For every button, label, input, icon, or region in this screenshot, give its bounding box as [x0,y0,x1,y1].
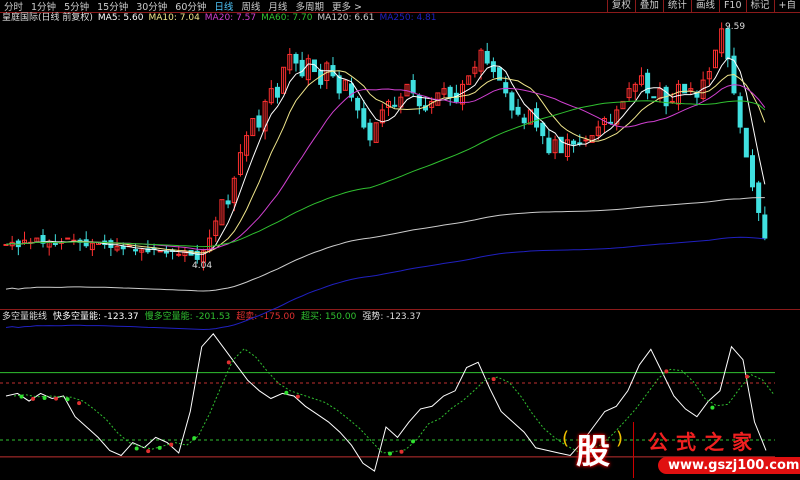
candle-body [645,72,651,94]
logo: ( ) 股 公式之家 www.gszj100.com [558,420,800,480]
candle-body [546,137,552,154]
candle-body [509,92,515,111]
candle-body [743,127,749,158]
signal-marker [169,442,174,447]
ma60-line [5,100,766,248]
signal-marker [54,396,59,401]
candle-body [515,106,521,115]
candle-body [749,155,755,188]
candle-body [355,97,361,111]
signal-marker [65,397,70,402]
candle-body [65,237,71,240]
signal-marker [146,449,151,454]
signal-marker [399,449,404,454]
signal-marker [31,396,36,401]
signal-marker [19,394,24,399]
signal-marker [388,451,392,456]
signal-marker [192,436,197,441]
candle-body [583,139,589,142]
candle-body [410,80,416,94]
low-price-label: 4.04 [192,261,212,271]
candle-body [133,249,139,252]
divider [633,422,634,478]
logo-text: 公式之家 [648,430,760,454]
signal-marker [295,394,300,399]
candle-body [571,140,577,145]
candle-body [256,115,262,128]
candle-body [669,100,675,103]
candle-body [176,253,182,256]
candle-body [521,117,527,124]
candle-body [762,214,768,239]
candle-body [274,86,280,98]
signal-marker [744,374,749,379]
signal-marker [226,360,231,365]
candle-body [120,246,126,250]
kline-chart[interactable]: 9.59 4.04 [0,0,800,480]
signal-marker [411,439,416,444]
signal-marker [42,395,47,400]
candle-body [447,86,453,98]
signal-marker [77,401,82,406]
ma250-line [5,236,765,331]
signal-marker [491,377,496,382]
candle-body [651,96,657,99]
horn-icon: ( [562,428,570,449]
candle-body [361,108,367,128]
signal-marker [134,446,139,451]
logo-url: www.gszj100.com [658,457,800,474]
horn-icon: ) [616,428,624,449]
signal-marker [157,445,162,450]
candle-body [392,104,398,107]
ma10-line [5,70,766,254]
signal-marker [284,390,289,395]
candle-body [725,28,731,60]
candle-body [484,50,490,64]
candle-body [540,122,546,137]
candle-body [293,53,299,64]
candle-body [299,59,305,77]
signal-marker [710,405,715,410]
high-price-label: 9.59 [725,22,745,32]
candle-body [225,200,231,205]
signal-marker [664,369,669,374]
logo-char: 股 [576,432,610,472]
ma20-line [5,84,766,251]
ma5-line [5,57,766,255]
ma120-line [5,197,765,292]
candle-body [367,122,373,141]
